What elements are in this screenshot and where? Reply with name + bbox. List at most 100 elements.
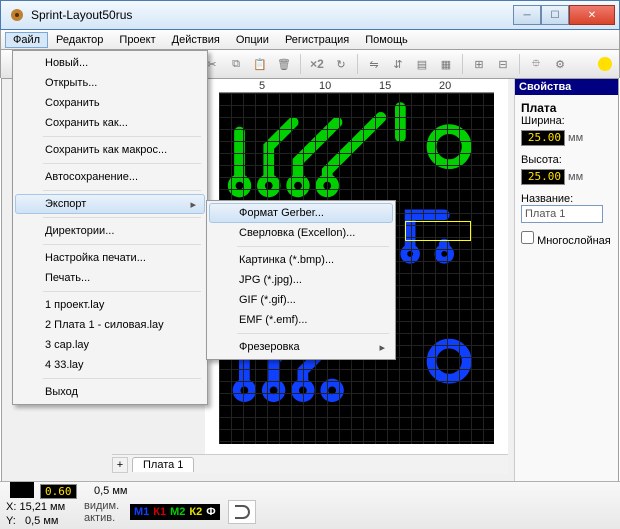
- height-input[interactable]: 25.00: [521, 169, 565, 185]
- selection-rect: [405, 221, 471, 241]
- small-status: видим. актив.: [84, 500, 119, 524]
- file-recent2[interactable]: 2 Плата 1 - силовая.lay: [15, 315, 205, 335]
- toolbar-align-icon[interactable]: ▤: [411, 53, 433, 75]
- toolbar-delete-icon[interactable]: 🗑: [273, 53, 295, 75]
- export-mill[interactable]: Фрезеровка: [209, 337, 393, 357]
- width-input[interactable]: 25.00: [521, 130, 565, 146]
- layer-f[interactable]: Ф: [206, 506, 215, 518]
- file-print[interactable]: Печать...: [15, 268, 205, 288]
- close-button[interactable]: ✕: [569, 5, 615, 25]
- toolbar-separator: [300, 54, 301, 74]
- toolbar-highlight-icon[interactable]: [598, 57, 612, 71]
- status-bar: 0.60 0,5 мм X: 15,21 мм Y: 0,5 мм видим.…: [0, 481, 620, 529]
- file-saveas[interactable]: Сохранить как...: [15, 113, 205, 133]
- unit-label: мм: [568, 171, 583, 183]
- menu-separator: [43, 136, 201, 137]
- export-emf[interactable]: EMF (*.emf)...: [209, 310, 393, 330]
- board-tabs: + Плата 1: [112, 454, 508, 474]
- file-exit[interactable]: Выход: [15, 382, 205, 402]
- menu-options[interactable]: Опции: [228, 32, 277, 48]
- toolbar-link-icon[interactable]: ⯐: [525, 53, 547, 75]
- file-menu: Новый... Открыть... Сохранить Сохранить …: [12, 50, 208, 405]
- menu-separator: [43, 378, 201, 379]
- maximize-button[interactable]: ☐: [541, 5, 569, 25]
- multilayer-row: Многослойная: [521, 231, 612, 247]
- cursor-icon[interactable]: [10, 482, 34, 498]
- toolbar-mirror-h-icon[interactable]: ⇋: [363, 53, 385, 75]
- menu-registration[interactable]: Регистрация: [277, 32, 357, 48]
- menu-actions[interactable]: Действия: [164, 32, 228, 48]
- file-savemacro[interactable]: Сохранить как макрос...: [15, 140, 205, 160]
- menu-separator: [237, 333, 389, 334]
- layer-m1[interactable]: М1: [134, 506, 149, 518]
- file-recent1[interactable]: 1 проект.lay: [15, 295, 205, 315]
- board-label: Плата: [521, 101, 612, 115]
- coordinates: X: 15,21 мм Y: 0,5 мм: [6, 500, 65, 528]
- export-drill[interactable]: Сверловка (Excellon)...: [209, 223, 393, 243]
- zoom-value[interactable]: 0.60: [40, 484, 77, 499]
- export-bmp[interactable]: Картинка (*.bmp)...: [209, 250, 393, 270]
- layer-m2[interactable]: М2: [170, 506, 185, 518]
- toolbar-mirror-v-icon[interactable]: ⇵: [387, 53, 409, 75]
- toolbar-separator: [462, 54, 463, 74]
- x-value: 15,21 мм: [19, 501, 65, 513]
- toolbar-separator: [357, 54, 358, 74]
- export-jpg[interactable]: JPG (*.jpg)...: [209, 270, 393, 290]
- layer-badges[interactable]: М1 К1 М2 К2 Ф: [130, 504, 220, 520]
- file-open[interactable]: Открыть...: [15, 73, 205, 93]
- width-label: Ширина:: [521, 115, 612, 127]
- tab-add-button[interactable]: +: [112, 457, 128, 473]
- menu-separator: [43, 244, 201, 245]
- file-autosave[interactable]: Автосохранение...: [15, 167, 205, 187]
- menu-project[interactable]: Проект: [111, 32, 163, 48]
- minimize-button[interactable]: ─: [513, 5, 541, 25]
- title-bar: Sprint-Layout50rus ─ ☐ ✕: [0, 0, 620, 30]
- menu-help[interactable]: Помощь: [357, 32, 416, 48]
- menu-file[interactable]: Файл: [5, 32, 48, 48]
- file-printsetup[interactable]: Настройка печати...: [15, 248, 205, 268]
- toolbar-misc2-icon[interactable]: ⊟: [492, 53, 514, 75]
- unit-label: мм: [568, 132, 583, 144]
- ruler-tick: 10: [319, 80, 331, 92]
- toolbar-duplicate-button[interactable]: ×2: [306, 53, 328, 75]
- export-gerber[interactable]: Формат Gerber...: [209, 203, 393, 223]
- layer-k2[interactable]: К2: [189, 506, 202, 518]
- file-export[interactable]: Экспорт: [15, 194, 205, 214]
- multilayer-checkbox[interactable]: [521, 231, 534, 244]
- toolbar-misc1-icon[interactable]: ⊞: [468, 53, 490, 75]
- menu-separator: [43, 291, 201, 292]
- ruler-tick: 15: [379, 80, 391, 92]
- toolbar-paste-icon[interactable]: 📋: [249, 53, 271, 75]
- toolbar-gear-icon[interactable]: ⚙: [549, 53, 571, 75]
- window-controls: ─ ☐ ✕: [513, 5, 615, 25]
- visible-label: видим.: [84, 500, 119, 512]
- toolbar-group-icon[interactable]: ▦: [435, 53, 457, 75]
- footprint-preview-icon[interactable]: [228, 500, 256, 524]
- file-new[interactable]: Новый...: [15, 53, 205, 73]
- app-icon: [9, 7, 25, 23]
- file-dirs[interactable]: Директории...: [15, 221, 205, 241]
- y-label: Y:: [6, 515, 16, 527]
- export-gif[interactable]: GIF (*.gif)...: [209, 290, 393, 310]
- board-name-input[interactable]: [521, 205, 603, 223]
- grid-value: 0,5 мм: [94, 485, 127, 497]
- layer-k1[interactable]: К1: [153, 506, 166, 518]
- board-tab[interactable]: Плата 1: [132, 457, 194, 472]
- name-label: Название:: [521, 193, 612, 205]
- menu-separator: [237, 246, 389, 247]
- menu-editor[interactable]: Редактор: [48, 32, 111, 48]
- toolbar-rotate-icon[interactable]: ↻: [330, 53, 352, 75]
- export-submenu: Формат Gerber... Сверловка (Excellon)...…: [206, 200, 396, 360]
- toolbar-separator: [519, 54, 520, 74]
- multilayer-label: Многослойная: [537, 235, 611, 247]
- ruler-tick: 5: [259, 80, 265, 92]
- file-recent4[interactable]: 4 33.lay: [15, 355, 205, 375]
- file-save[interactable]: Сохранить: [15, 93, 205, 113]
- menu-separator: [43, 217, 201, 218]
- properties-panel: Свойства Плата Ширина: 25.00мм Высота: 2…: [514, 79, 618, 498]
- toolbar-copy-icon[interactable]: ⧉: [225, 53, 247, 75]
- file-recent3[interactable]: 3 cap.lay: [15, 335, 205, 355]
- active-label: актив.: [84, 512, 119, 524]
- ruler-horizontal: 5 10 15 20: [219, 79, 494, 93]
- y-value: 0,5 мм: [25, 515, 58, 527]
